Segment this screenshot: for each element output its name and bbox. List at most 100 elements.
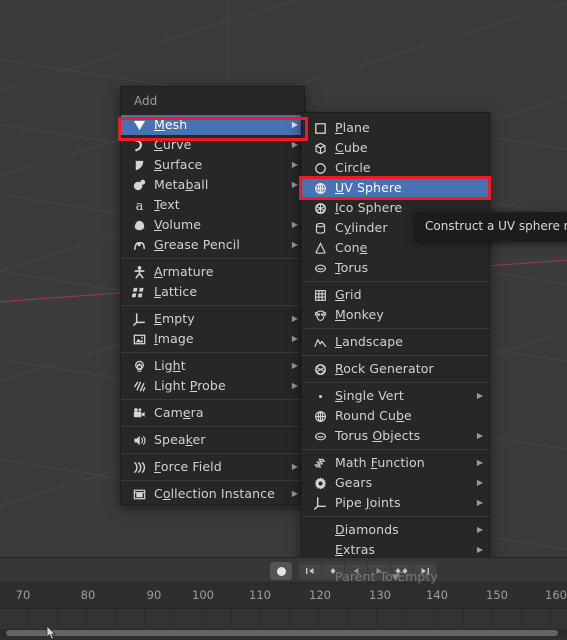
single-vert-icon [310,388,330,404]
menu-item-label: Volume [154,217,202,232]
menu-item-label: Lattice [154,284,198,299]
landscape-icon [310,334,330,350]
mesh-submenu-item-extras[interactable]: Extras ▶ [302,540,489,560]
track-tick [231,609,232,629]
tooltip-uv-sphere: Construct a UV sphere mesh. [415,212,567,241]
mesh-submenu-item-plane[interactable]: Plane [302,118,489,138]
menu-separator [302,516,489,517]
mesh-submenu-item-math-function[interactable]: Math Function ▶ [302,453,489,473]
submenu-arrow-icon: ▶ [291,381,298,390]
add-menu-item-grease-pencil[interactable]: Grease Pencil ▶ [121,235,304,255]
mesh-submenu-item-cube[interactable]: Cube [302,138,489,158]
track-tick [289,609,290,629]
add-menu-item-armature[interactable]: Armature [121,262,304,282]
menu-item-label: Empty [154,311,195,326]
mesh-submenu-item-rock-generator[interactable]: Rock Generator [302,359,489,379]
add-menu-item-lattice[interactable]: Lattice [121,282,304,302]
circle-icon [310,160,330,176]
mesh-submenu-item-pipe-joints[interactable]: Pipe Joints ▶ [302,493,489,513]
track-tick [144,609,145,629]
menu-separator [302,382,489,383]
ico-sphere-icon [310,200,330,216]
lattice-icon [129,284,149,300]
surface-icon [129,157,149,173]
mesh-submenu-item-torus-objects[interactable]: Torus Objects ▶ [302,426,489,446]
force-field-icon [129,459,149,475]
submenu-arrow-icon: ▶ [476,545,483,554]
ruler-tick-label: 110 [249,588,271,602]
menu-item-label: Landscape [335,334,404,349]
menu-item-label: Force Field [154,459,222,474]
menu-item-label: Cone [335,240,368,255]
menu-item-label: Speaker [154,432,206,447]
ruler-tick-label: 150 [486,588,508,602]
mesh-submenu-item-cone[interactable]: Cone [302,238,489,258]
track-tick [434,609,435,629]
mesh-submenu-item-gears[interactable]: Gears ▶ [302,473,489,493]
add-menu-item-force-field[interactable]: Force Field ▶ [121,457,304,477]
add-menu-item-collection-instance[interactable]: Collection Instance ▶ [121,484,304,504]
add-menu-item-surface[interactable]: Surface ▶ [121,155,304,175]
menu-item-label: Math Function [335,455,425,470]
mesh-submenu-item-monkey[interactable]: Monkey [302,305,489,325]
menu-separator [121,480,304,481]
track-tick [28,609,29,629]
mesh-submenu-item-round-cube[interactable]: Round Cube [302,406,489,426]
camera-icon [129,405,149,421]
grid-icon [310,287,330,303]
rock-generator-icon [310,361,330,377]
menu-item-label: Collection Instance [154,486,275,501]
submenu-scroll-down-arrow[interactable]: ▼ [302,573,489,583]
uv-sphere-icon [310,180,330,196]
add-menu-item-metaball[interactable]: Metaball ▶ [121,175,304,195]
menu-separator [121,352,304,353]
menu-item-label: Cube [335,140,368,155]
add-menu-item-text[interactable]: a Text [121,195,304,215]
mesh-submenu-item-uv-sphere[interactable]: UV Sphere [302,178,489,198]
track-tick [492,609,493,629]
add-menu-item-camera[interactable]: Camera [121,403,304,423]
ruler-tick-label: 90 [146,588,162,602]
menu-item-label: Text [154,197,180,212]
grease-pencil-icon [129,237,149,253]
mesh-submenu-item-single-vert[interactable]: Single Vert ▶ [302,386,489,406]
menu-item-label: Grid [335,287,362,302]
add-menu-item-empty[interactable]: Empty ▶ [121,309,304,329]
icon-placeholder [310,542,330,558]
plane-icon [310,120,330,136]
add-menu-item-light[interactable]: Light ▶ [121,356,304,376]
scrollbar-thumb[interactable] [6,630,558,636]
add-menu-item-curve[interactable]: Curve ▶ [121,135,304,155]
menu-separator [302,355,489,356]
collection-instance-icon [129,486,149,502]
metaball-icon [129,177,149,193]
menu-item-label: Pipe Joints [335,495,401,510]
track-tick [115,609,116,629]
add-menu-item-image[interactable]: Image ▶ [121,329,304,349]
mesh-submenu-item-grid[interactable]: Grid [302,285,489,305]
mesh-submenu-item-circle[interactable]: Circle [302,158,489,178]
text-icon: a [129,197,149,213]
timeline-track-area[interactable] [0,609,567,629]
mesh-submenu-item-diamonds[interactable]: Diamonds ▶ [302,520,489,540]
menu-item-label: Torus [335,260,369,275]
auto-keying-record-button[interactable] [270,562,292,580]
add-menu-item-light-probe[interactable]: Light Probe ▶ [121,376,304,396]
mesh-submenu-panel[interactable]: Plane Cube Circle UV Sphere Ico Sphere Cylind… [301,112,490,588]
add-menu-item-mesh[interactable]: Mesh ▶ [121,115,304,135]
menu-item-label: Diamonds [335,522,399,537]
ruler-tick-label: 120 [309,588,331,602]
menu-separator [302,281,489,282]
mesh-submenu-item-landscape[interactable]: Landscape [302,332,489,352]
menu-item-label: Surface [154,157,203,172]
add-menu-item-volume[interactable]: Volume ▶ [121,215,304,235]
add-menu-panel[interactable]: Add Mesh ▶ Curve ▶ Surface ▶ Metaball ▶ a Text Vol… [120,86,305,505]
menu-item-label: Circle [335,160,371,175]
add-menu-item-speaker[interactable]: Speaker [121,430,304,450]
mesh-triangle-icon [129,117,149,133]
torus-icon [310,260,330,276]
track-tick [260,609,261,629]
timeline-horizontal-scrollbar[interactable] [0,629,567,637]
mesh-submenu-item-torus[interactable]: Torus [302,258,489,278]
light-probe-icon [129,378,149,394]
